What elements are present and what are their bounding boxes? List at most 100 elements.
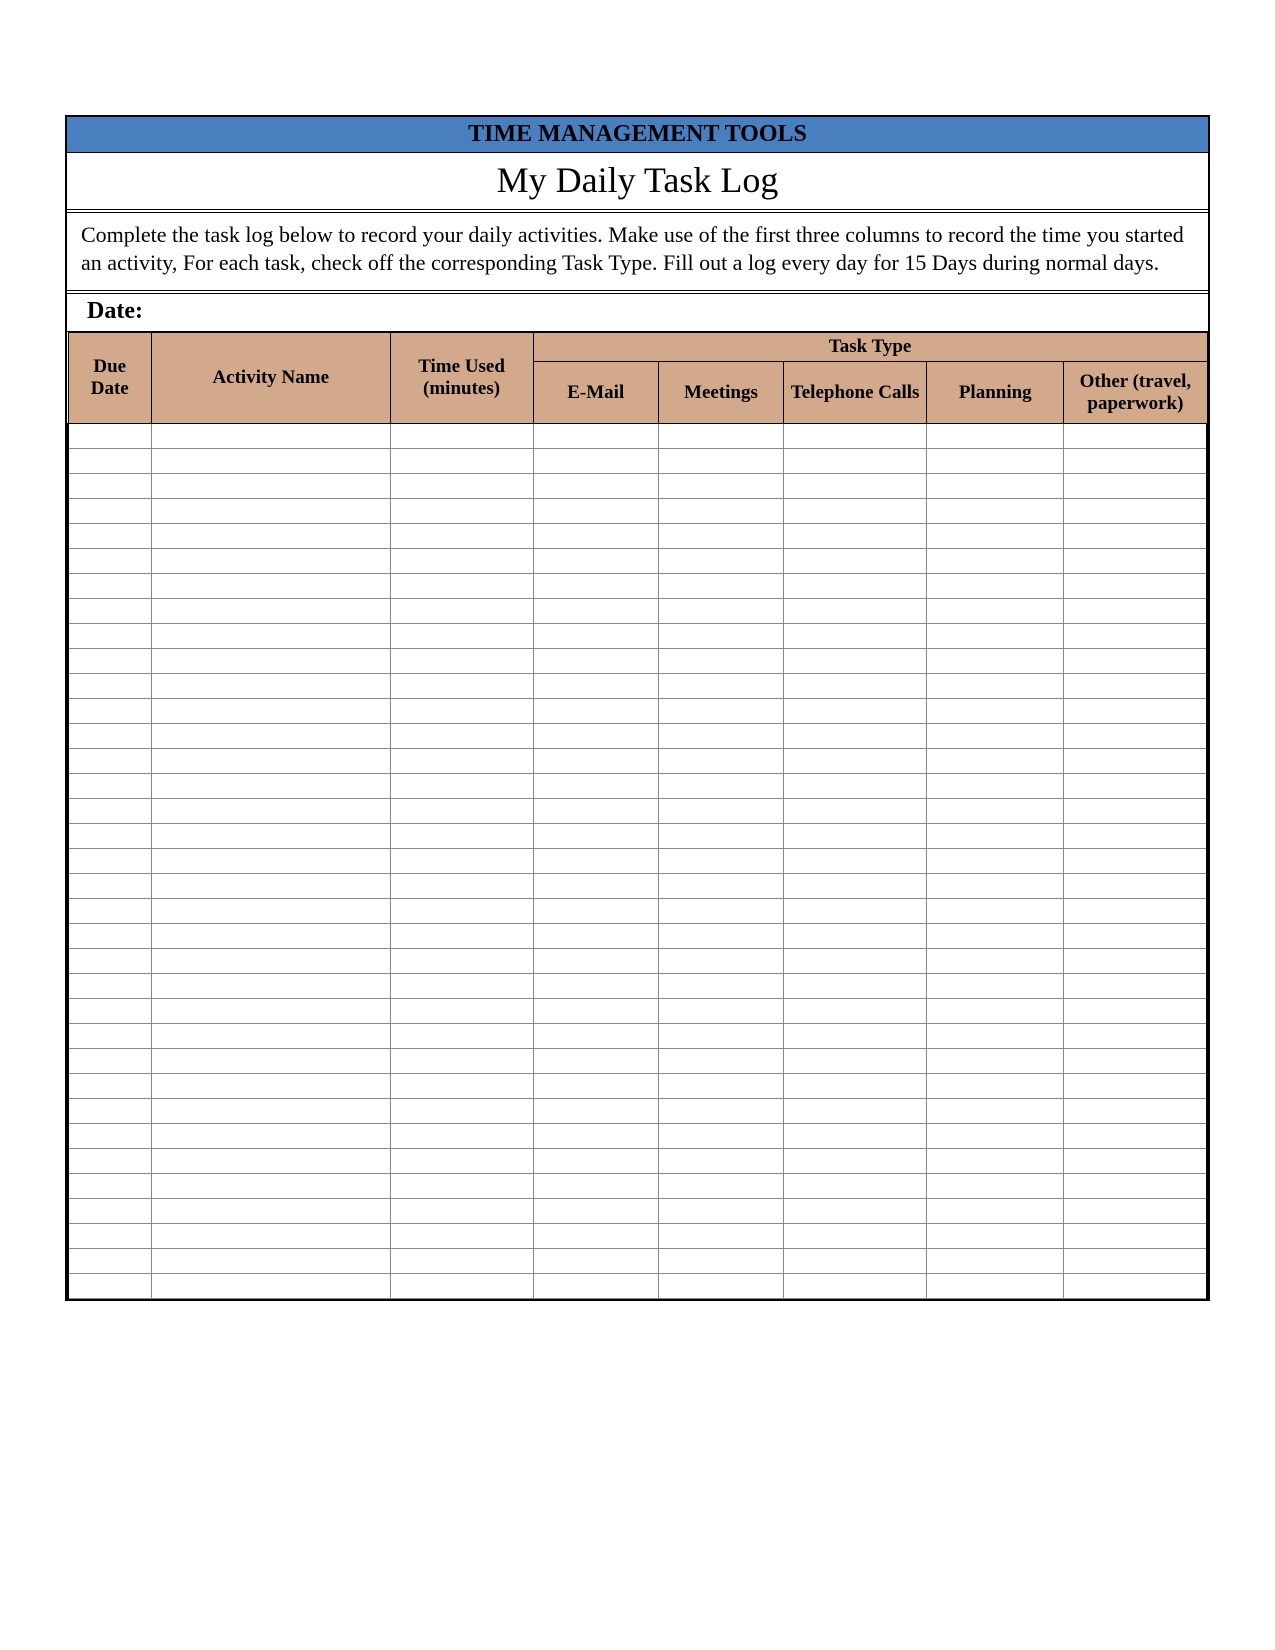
table-cell[interactable] [658, 849, 783, 874]
table-cell[interactable] [151, 874, 390, 899]
table-cell[interactable] [390, 1024, 533, 1049]
table-cell[interactable] [68, 424, 151, 449]
table-cell[interactable] [68, 749, 151, 774]
table-cell[interactable] [151, 599, 390, 624]
table-cell[interactable] [658, 1274, 783, 1299]
table-cell[interactable] [151, 449, 390, 474]
table-cell[interactable] [533, 974, 658, 999]
table-cell[interactable] [533, 799, 658, 824]
table-cell[interactable] [68, 1074, 151, 1099]
table-cell[interactable] [151, 1274, 390, 1299]
table-cell[interactable] [658, 624, 783, 649]
table-cell[interactable] [533, 674, 658, 699]
table-cell[interactable] [533, 699, 658, 724]
table-cell[interactable] [390, 1149, 533, 1174]
table-cell[interactable] [1064, 1124, 1207, 1149]
table-cell[interactable] [927, 499, 1064, 524]
table-cell[interactable] [68, 499, 151, 524]
table-cell[interactable] [658, 974, 783, 999]
table-cell[interactable] [784, 849, 927, 874]
table-cell[interactable] [927, 799, 1064, 824]
table-cell[interactable] [927, 474, 1064, 499]
table-cell[interactable] [68, 599, 151, 624]
table-cell[interactable] [658, 474, 783, 499]
table-cell[interactable] [658, 1149, 783, 1174]
table-cell[interactable] [68, 1199, 151, 1224]
table-cell[interactable] [1064, 424, 1207, 449]
table-cell[interactable] [784, 999, 927, 1024]
table-cell[interactable] [658, 824, 783, 849]
table-cell[interactable] [390, 649, 533, 674]
table-cell[interactable] [1064, 1274, 1207, 1299]
table-cell[interactable] [390, 524, 533, 549]
table-cell[interactable] [1064, 599, 1207, 624]
table-cell[interactable] [390, 724, 533, 749]
table-cell[interactable] [390, 674, 533, 699]
table-cell[interactable] [533, 749, 658, 774]
table-cell[interactable] [533, 1099, 658, 1124]
table-cell[interactable] [658, 424, 783, 449]
table-cell[interactable] [533, 624, 658, 649]
table-cell[interactable] [1064, 874, 1207, 899]
table-cell[interactable] [533, 849, 658, 874]
table-cell[interactable] [784, 974, 927, 999]
table-cell[interactable] [1064, 849, 1207, 874]
table-cell[interactable] [784, 1174, 927, 1199]
table-cell[interactable] [927, 624, 1064, 649]
table-cell[interactable] [151, 1074, 390, 1099]
table-cell[interactable] [927, 924, 1064, 949]
table-cell[interactable] [784, 1224, 927, 1249]
table-cell[interactable] [1064, 1249, 1207, 1274]
table-cell[interactable] [68, 474, 151, 499]
table-cell[interactable] [1064, 899, 1207, 924]
table-cell[interactable] [390, 1174, 533, 1199]
table-cell[interactable] [390, 924, 533, 949]
table-cell[interactable] [533, 599, 658, 624]
table-cell[interactable] [927, 849, 1064, 874]
table-cell[interactable] [533, 1224, 658, 1249]
table-cell[interactable] [151, 549, 390, 574]
table-cell[interactable] [151, 499, 390, 524]
table-cell[interactable] [658, 524, 783, 549]
table-cell[interactable] [1064, 574, 1207, 599]
table-cell[interactable] [784, 649, 927, 674]
table-cell[interactable] [151, 749, 390, 774]
table-cell[interactable] [658, 449, 783, 474]
table-cell[interactable] [390, 849, 533, 874]
table-cell[interactable] [151, 624, 390, 649]
table-cell[interactable] [68, 1124, 151, 1149]
table-cell[interactable] [151, 574, 390, 599]
table-cell[interactable] [784, 949, 927, 974]
table-cell[interactable] [68, 624, 151, 649]
table-cell[interactable] [658, 574, 783, 599]
table-cell[interactable] [927, 549, 1064, 574]
table-cell[interactable] [658, 674, 783, 699]
table-cell[interactable] [784, 624, 927, 649]
table-cell[interactable] [927, 974, 1064, 999]
table-cell[interactable] [658, 599, 783, 624]
table-cell[interactable] [784, 824, 927, 849]
table-cell[interactable] [390, 1049, 533, 1074]
table-cell[interactable] [927, 1199, 1064, 1224]
table-cell[interactable] [68, 524, 151, 549]
table-cell[interactable] [1064, 499, 1207, 524]
table-cell[interactable] [390, 999, 533, 1024]
table-cell[interactable] [68, 449, 151, 474]
table-cell[interactable] [533, 949, 658, 974]
table-cell[interactable] [151, 699, 390, 724]
table-cell[interactable] [68, 849, 151, 874]
table-cell[interactable] [784, 1249, 927, 1274]
table-cell[interactable] [390, 1124, 533, 1149]
table-cell[interactable] [1064, 924, 1207, 949]
table-cell[interactable] [533, 424, 658, 449]
table-cell[interactable] [533, 1074, 658, 1099]
table-cell[interactable] [533, 1249, 658, 1274]
table-cell[interactable] [1064, 1224, 1207, 1249]
table-cell[interactable] [390, 574, 533, 599]
table-cell[interactable] [1064, 1074, 1207, 1099]
table-cell[interactable] [1064, 824, 1207, 849]
table-cell[interactable] [658, 1224, 783, 1249]
table-cell[interactable] [390, 974, 533, 999]
table-cell[interactable] [784, 574, 927, 599]
table-cell[interactable] [151, 1224, 390, 1249]
